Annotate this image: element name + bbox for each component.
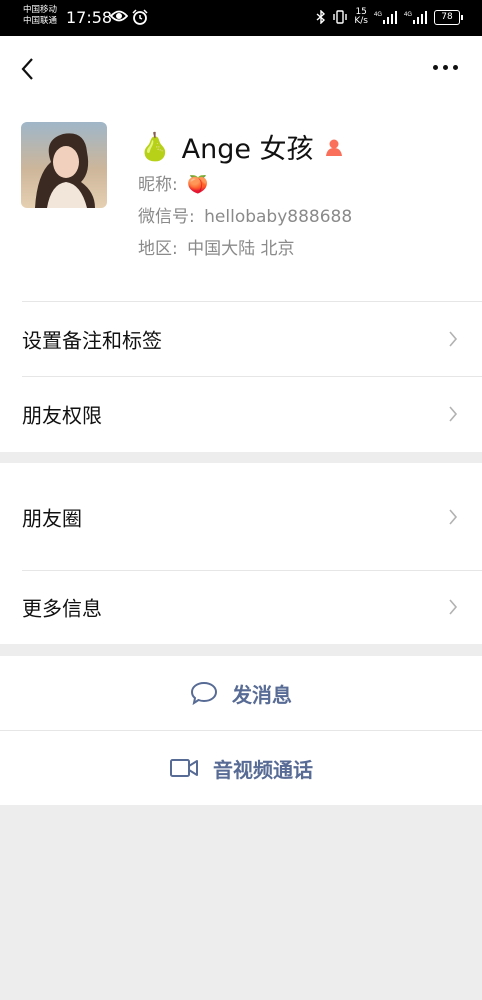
- status-time: 17:58: [66, 8, 113, 27]
- nickname-value: 🍑: [187, 175, 209, 195]
- network-type-2: 4G: [404, 12, 412, 18]
- carrier-info: 中国移动 中国联通: [23, 5, 57, 27]
- wechat-id-label: 微信号:: [138, 207, 195, 227]
- speed-unit: K/s: [354, 16, 368, 26]
- avatar[interactable]: [21, 122, 107, 208]
- wechat-id-row: 微信号: hellobaby888688: [138, 202, 352, 227]
- chevron-left-icon[interactable]: [18, 56, 38, 82]
- signal-icon: 4G: [374, 11, 397, 24]
- profile-header: 🍐 Ange 女孩 昵称: 🍑 微信号: hellobaby888688 地区:…: [0, 36, 482, 301]
- wechat-id-value: hellobaby888688: [204, 207, 353, 227]
- chevron-right-icon: [449, 330, 458, 347]
- profile-name-row: 🍐 Ange 女孩: [138, 127, 344, 166]
- profile-name: Ange 女孩: [181, 134, 314, 165]
- name-emoji: 🍐: [138, 131, 172, 163]
- list-item-label: 朋友权限: [22, 403, 102, 427]
- list-item-remark-tags[interactable]: 设置备注和标签: [0, 301, 482, 376]
- list-item-more-info[interactable]: 更多信息: [0, 570, 482, 644]
- alarm-icon: [132, 9, 148, 25]
- status-right-group: 15 K/s 4G 4G 78: [316, 8, 463, 26]
- region-value: 中国大陆 北京: [187, 239, 295, 259]
- video-call-button[interactable]: 音视频通话: [0, 731, 482, 805]
- video-call-label: 音视频通话: [213, 757, 313, 782]
- female-icon: [325, 139, 342, 156]
- list-item-label: 朋友圈: [22, 506, 82, 530]
- avatar-image: [21, 122, 107, 208]
- send-message-button[interactable]: 发消息: [0, 656, 482, 730]
- bluetooth-icon: [316, 10, 326, 24]
- list-item-moments[interactable]: 朋友圈: [0, 463, 482, 570]
- more-icon[interactable]: [433, 65, 458, 70]
- signal-icon: 4G: [404, 11, 427, 24]
- chevron-right-icon: [449, 405, 458, 422]
- chevron-right-icon: [449, 508, 458, 525]
- video-camera-icon: [170, 759, 198, 777]
- chat-bubble-icon: [190, 681, 218, 706]
- list-item-label: 更多信息: [22, 596, 102, 621]
- vibrate-icon: [333, 10, 348, 24]
- region-label: 地区:: [138, 239, 178, 259]
- eye-icon: [110, 10, 128, 22]
- status-bar: 中国移动 中国联通 17:58 15 K/s 4G 4G 78: [0, 0, 482, 36]
- region-row: 地区: 中国大陆 北京: [138, 234, 295, 259]
- nickname-label: 昵称:: [138, 175, 178, 195]
- nickname-row: 昵称: 🍑: [138, 170, 208, 195]
- network-type-1: 4G: [374, 12, 382, 18]
- battery-icon: 78: [434, 9, 463, 25]
- chevron-right-icon: [449, 599, 458, 615]
- settings-section-2: 朋友圈 更多信息: [0, 463, 482, 644]
- carrier-2: 中国联通: [23, 16, 58, 26]
- network-speed: 15 K/s: [354, 8, 368, 26]
- list-item-friend-permissions[interactable]: 朋友权限: [0, 376, 482, 451]
- send-message-label: 发消息: [232, 682, 292, 707]
- carrier-1: 中国移动: [23, 5, 58, 15]
- settings-section-1: 设置备注和标签 朋友权限: [0, 301, 482, 452]
- list-item-label: 设置备注和标签: [22, 328, 162, 352]
